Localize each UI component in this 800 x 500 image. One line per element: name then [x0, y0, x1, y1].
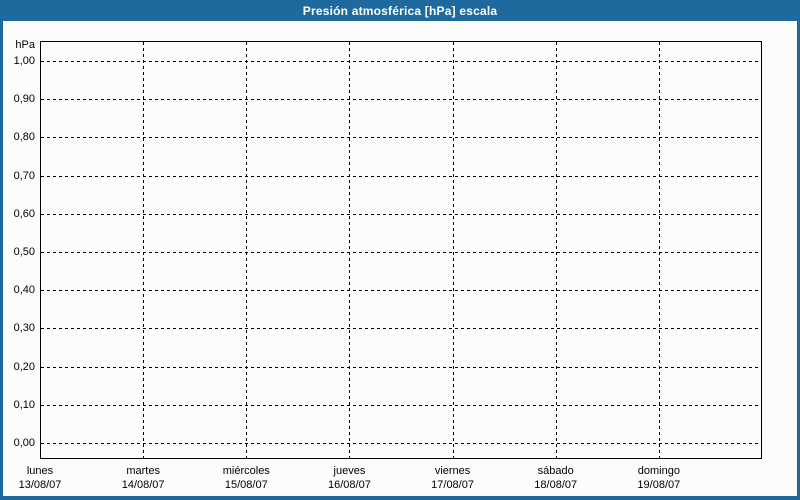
gridline-horizontal: [41, 252, 761, 253]
plot-area: [40, 41, 762, 459]
y-axis-tick-label: 0,10: [13, 398, 35, 411]
y-axis-tick-label: 0,50: [13, 246, 35, 258]
gridline-horizontal: [41, 404, 761, 406]
y-axis-tick-label: 1,00: [13, 55, 35, 67]
gridline-horizontal: [41, 328, 761, 330]
x-axis-day-label: sábado: [537, 465, 574, 477]
gridline-vertical: [658, 42, 660, 458]
x-axis-day-label: viernes: [434, 465, 471, 477]
x-axis-date-label: 19/08/07: [637, 479, 681, 491]
y-axis-tick-label: 0,30: [13, 322, 35, 335]
gridline-horizontal: [41, 443, 761, 444]
gridline-horizontal: [41, 137, 761, 139]
x-axis-day-label: miércoles: [222, 465, 270, 477]
x-axis-day-label: domingo: [637, 465, 680, 477]
y-axis-tick-label: 0,90: [13, 93, 35, 106]
chart-window: Presión atmosférica [hPa] escala hPa 1,0…: [0, 0, 800, 500]
x-axis-date-label: 14/08/07: [121, 479, 165, 491]
gridline-vertical: [555, 42, 557, 458]
title-bar: Presión atmosférica [hPa] escala: [0, 0, 800, 21]
x-axis-day-label: martes: [126, 465, 160, 477]
x-axis-date-label: 15/08/07: [224, 479, 268, 491]
y-axis-unit-label: hPa: [15, 39, 35, 51]
x-axis-date-label: 16/08/07: [328, 479, 371, 491]
gridline-horizontal: [41, 99, 761, 101]
gridline-vertical: [246, 42, 248, 458]
gridline-horizontal: [41, 61, 761, 62]
gridline-horizontal: [41, 366, 761, 368]
y-axis-tick-label: 0,20: [13, 360, 35, 373]
x-axis-date-label: 13/08/07: [18, 479, 62, 491]
x-axis-day-label: lunes: [26, 465, 54, 477]
gridline-vertical: [349, 42, 351, 458]
gridline-horizontal: [41, 175, 761, 177]
gridline-vertical: [452, 42, 454, 458]
y-axis-tick-label: 0,70: [13, 169, 35, 182]
x-axis-date-label: 17/08/07: [431, 479, 474, 491]
chart-title: Presión atmosférica [hPa] escala: [302, 3, 498, 18]
x-axis-day-label: jueves: [333, 465, 366, 477]
gridline-horizontal: [41, 290, 761, 292]
y-axis-tick-label: 0,00: [13, 437, 35, 449]
gridline-vertical: [143, 42, 145, 458]
y-axis-tick-label: 0,80: [13, 131, 35, 144]
gridline-horizontal: [41, 213, 761, 215]
y-axis-tick-label: 0,60: [13, 207, 35, 220]
x-axis-date-label: 18/08/07: [534, 479, 578, 491]
y-axis-tick-label: 0,40: [13, 284, 35, 297]
